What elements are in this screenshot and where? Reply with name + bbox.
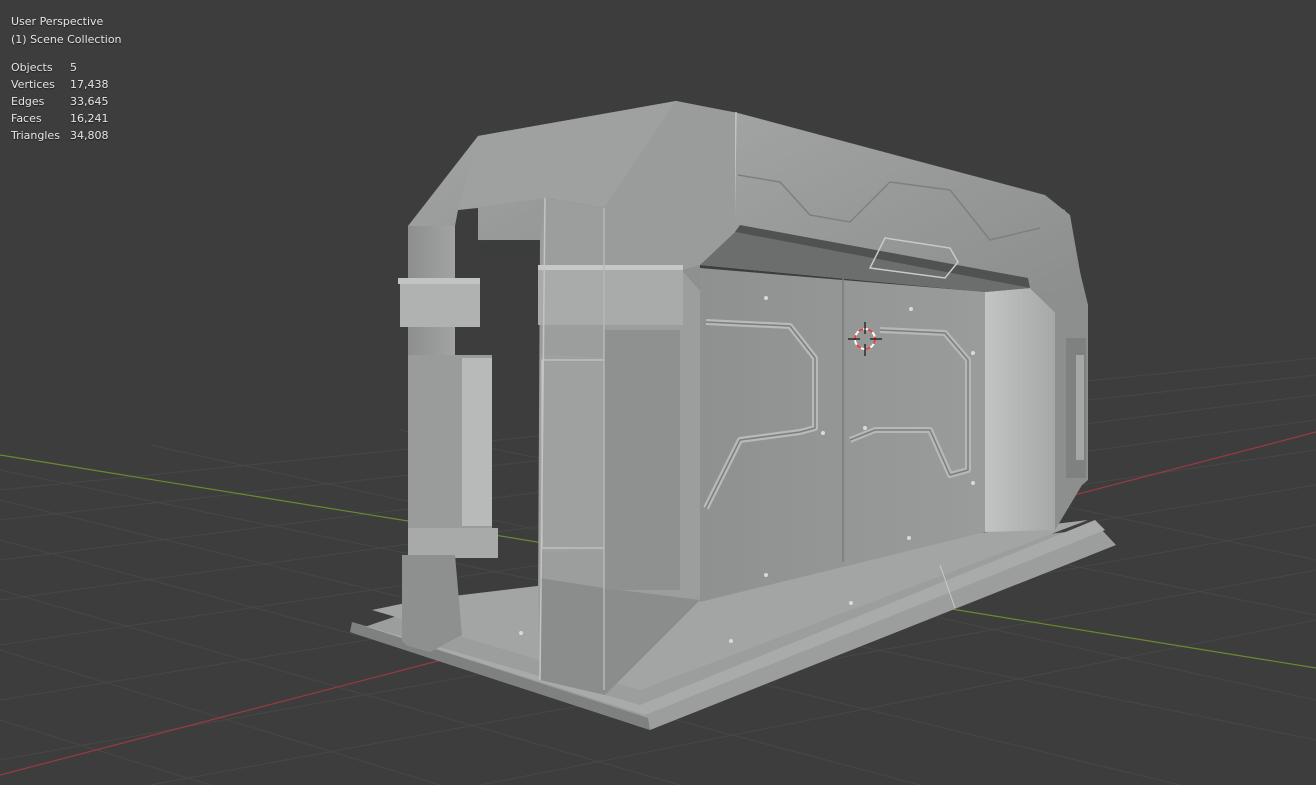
stats-label: Vertices <box>11 78 55 91</box>
stats-label: Faces <box>11 112 42 125</box>
stats-label: Objects <box>11 61 53 74</box>
stats-row-objects: Objects 5 <box>11 59 122 76</box>
stats-value: 34,808 <box>70 129 109 142</box>
stats-label: Triangles <box>11 129 60 142</box>
stats-value: 33,645 <box>70 95 109 108</box>
top-beam <box>676 101 1085 300</box>
viewport-scene[interactable] <box>0 0 1316 785</box>
view-name: User Perspective <box>11 15 104 28</box>
stats-row-vertices: Vertices 17,438 <box>11 76 122 93</box>
3d-viewport[interactable]: User Perspective (1) Scene Collection Ob… <box>0 0 1316 785</box>
stats-value: 5 <box>70 61 77 74</box>
stats-value: 16,241 <box>70 112 109 125</box>
stats-row-edges: Edges 33,645 <box>11 93 122 110</box>
stats-row-faces: Faces 16,241 <box>11 110 122 127</box>
collection-name: (1) Scene Collection <box>11 33 122 46</box>
left-arch <box>398 101 735 695</box>
statistics-panel: Objects 5 Vertices 17,438 Edges 33,645 F… <box>11 59 122 144</box>
stats-row-triangles: Triangles 34,808 <box>11 127 122 144</box>
stats-value: 17,438 <box>70 78 109 91</box>
viewport-info-overlay: User Perspective (1) Scene Collection Ob… <box>11 13 122 144</box>
stats-label: Edges <box>11 95 45 108</box>
